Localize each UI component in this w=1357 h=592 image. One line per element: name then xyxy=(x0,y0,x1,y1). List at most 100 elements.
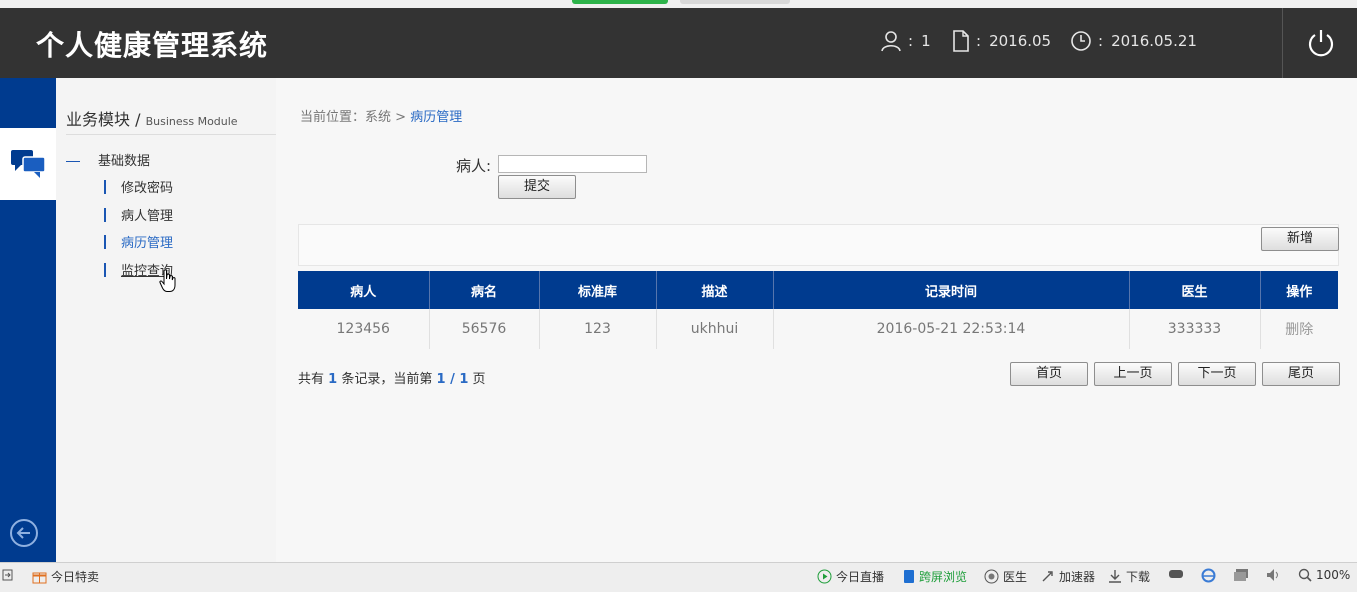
breadcrumb-current: 病历管理 xyxy=(410,110,463,125)
status-cross-screen[interactable]: 跨屏浏览 xyxy=(903,568,967,585)
cell-doctor: 333333 xyxy=(1129,309,1261,349)
records-table: 病人 病名 标准库 描述 记录时间 医生 操作 123456 56576 123… xyxy=(298,271,1338,349)
status-label: 下载 xyxy=(1126,570,1151,584)
sidebar-item-records-management[interactable]: 病历管理 xyxy=(104,232,173,251)
power-button[interactable] xyxy=(1282,8,1357,78)
last-page-button[interactable]: 尾页 xyxy=(1262,362,1340,386)
status-game-icon[interactable] xyxy=(1168,568,1184,580)
status-zoom[interactable]: 100% xyxy=(1298,568,1350,582)
status-label: 跨屏浏览 xyxy=(919,570,968,584)
status-label: 今日特卖 xyxy=(51,570,100,584)
power-icon xyxy=(1308,30,1333,57)
column-header-patient: 病人 xyxy=(298,271,430,309)
cell-standard: 123 xyxy=(539,309,657,349)
browser-tab-active[interactable] xyxy=(572,0,668,4)
module-title: 业务模块 / Business Module xyxy=(66,106,238,130)
record-total: 1 xyxy=(328,372,338,387)
column-header-doctor: 医生 xyxy=(1129,271,1261,309)
status-download[interactable]: 下载 xyxy=(1108,568,1150,585)
table-row: 123456 56576 123 ukhhui 2016-05-21 22:53… xyxy=(298,309,1338,349)
download-icon xyxy=(1109,570,1121,583)
sidebar: 业务模块 / Business Module 基础数据 修改密码 病人管理 病历… xyxy=(56,78,276,562)
sidebar-divider xyxy=(66,134,276,135)
column-header-record-time: 记录时间 xyxy=(773,271,1130,309)
rocket-icon xyxy=(1042,571,1053,582)
magnifier-icon xyxy=(1298,568,1312,582)
status-ie-icon[interactable] xyxy=(1201,568,1216,583)
column-header-action: 操作 xyxy=(1260,271,1338,309)
status-volume-icon[interactable] xyxy=(1266,568,1282,582)
rail-item-business[interactable] xyxy=(0,128,56,200)
user-icon xyxy=(881,31,901,52)
tablet-icon xyxy=(904,570,914,583)
breadcrumb-separator: > xyxy=(391,110,411,125)
clock-icon xyxy=(1071,31,1091,51)
sidebar-group-basic-data[interactable]: 基础数据 xyxy=(66,150,150,169)
pagination-info: 共有 1 条记录，当前第 1 / 1 页 xyxy=(298,368,486,387)
status-accelerator[interactable]: 加速器 xyxy=(1040,568,1095,585)
sidebar-item-change-password[interactable]: 修改密码 xyxy=(104,177,173,196)
column-header-standard: 标准库 xyxy=(539,271,657,309)
module-title-cn: 业务模块 xyxy=(66,110,131,129)
document-icon xyxy=(953,30,969,52)
breadcrumb: 当前位置：系统 > 病历管理 xyxy=(300,106,462,125)
cell-patient: 123456 xyxy=(298,309,430,349)
pager-text: 共有 xyxy=(298,372,325,387)
left-rail xyxy=(0,78,56,562)
column-header-description: 描述 xyxy=(656,271,774,309)
cell-disease: 56576 xyxy=(429,309,540,349)
sidebar-item-label: 病人管理 xyxy=(121,209,174,224)
patient-search-input[interactable] xyxy=(498,155,647,173)
status-live[interactable]: 今日直播 xyxy=(817,568,884,585)
delete-link[interactable]: 删除 xyxy=(1260,309,1338,349)
sidebar-item-label: 修改密码 xyxy=(121,181,174,196)
arrow-left-circle-icon xyxy=(10,519,38,547)
sidebar-item-patient-management[interactable]: 病人管理 xyxy=(104,205,173,224)
status-window-icon[interactable] xyxy=(1233,568,1249,582)
chat-bubbles-icon xyxy=(11,150,46,178)
next-page-button[interactable]: 下一页 xyxy=(1178,362,1256,386)
cell-record-time: 2016-05-21 22:53:14 xyxy=(773,309,1130,349)
play-icon xyxy=(817,569,832,584)
browser-tab[interactable] xyxy=(680,0,790,4)
header-date-info: : 2016.05.21 xyxy=(1070,30,1197,52)
module-title-en: Business Module xyxy=(145,115,238,128)
zoom-level: 100% xyxy=(1316,568,1351,582)
user-count: 1 xyxy=(921,32,931,50)
patient-search-label: 病人: xyxy=(456,157,492,175)
prev-page-button[interactable]: 上一页 xyxy=(1094,362,1172,386)
pager-text: 条记录，当前第 xyxy=(341,372,433,387)
page-indicator: 1 / 1 xyxy=(436,372,469,387)
sidebar-item-label: 病历管理 xyxy=(121,236,174,251)
table-header-row: 病人 病名 标准库 描述 记录时间 医生 操作 xyxy=(298,271,1338,309)
status-doctor[interactable]: 医生 xyxy=(984,568,1027,585)
header-date: 2016.05.21 xyxy=(1111,32,1197,50)
add-record-button[interactable]: 新增 xyxy=(1261,227,1339,251)
main-content: 当前位置：系统 > 病历管理 病人: 提交 新增 病人 病名 标准库 描述 记录… xyxy=(276,78,1357,562)
hand-cursor-icon xyxy=(159,269,176,292)
menu-bar-marker xyxy=(104,207,106,222)
breadcrumb-prefix: 当前位置： xyxy=(300,110,366,125)
menu-bar-marker xyxy=(104,262,106,277)
pager-text: 页 xyxy=(472,372,486,387)
module-title-sep: / xyxy=(130,110,146,129)
gift-icon xyxy=(32,572,47,583)
doctor-icon xyxy=(984,569,999,584)
status-exit-icon[interactable] xyxy=(2,568,14,582)
status-daily-deal[interactable]: 今日特卖 xyxy=(32,568,99,585)
collapse-dash-icon xyxy=(66,161,80,162)
menu-bar-marker xyxy=(104,234,106,249)
app-header: 个人健康管理系统 : 1 : 2016.05 : 2016.05.21 xyxy=(0,8,1357,78)
status-label: 加速器 xyxy=(1059,570,1096,584)
menu-bar-marker xyxy=(104,179,106,194)
header-user-info: : 1 xyxy=(880,30,931,52)
header-colon: : xyxy=(908,32,914,50)
breadcrumb-root[interactable]: 系统 xyxy=(365,110,391,125)
header-colon: : xyxy=(976,32,982,50)
first-page-button[interactable]: 首页 xyxy=(1010,362,1088,386)
column-header-disease: 病名 xyxy=(429,271,540,309)
collapse-back-button[interactable] xyxy=(9,518,39,548)
status-label: 今日直播 xyxy=(836,570,885,584)
submit-button[interactable]: 提交 xyxy=(498,175,576,199)
header-colon: : xyxy=(1098,32,1104,50)
